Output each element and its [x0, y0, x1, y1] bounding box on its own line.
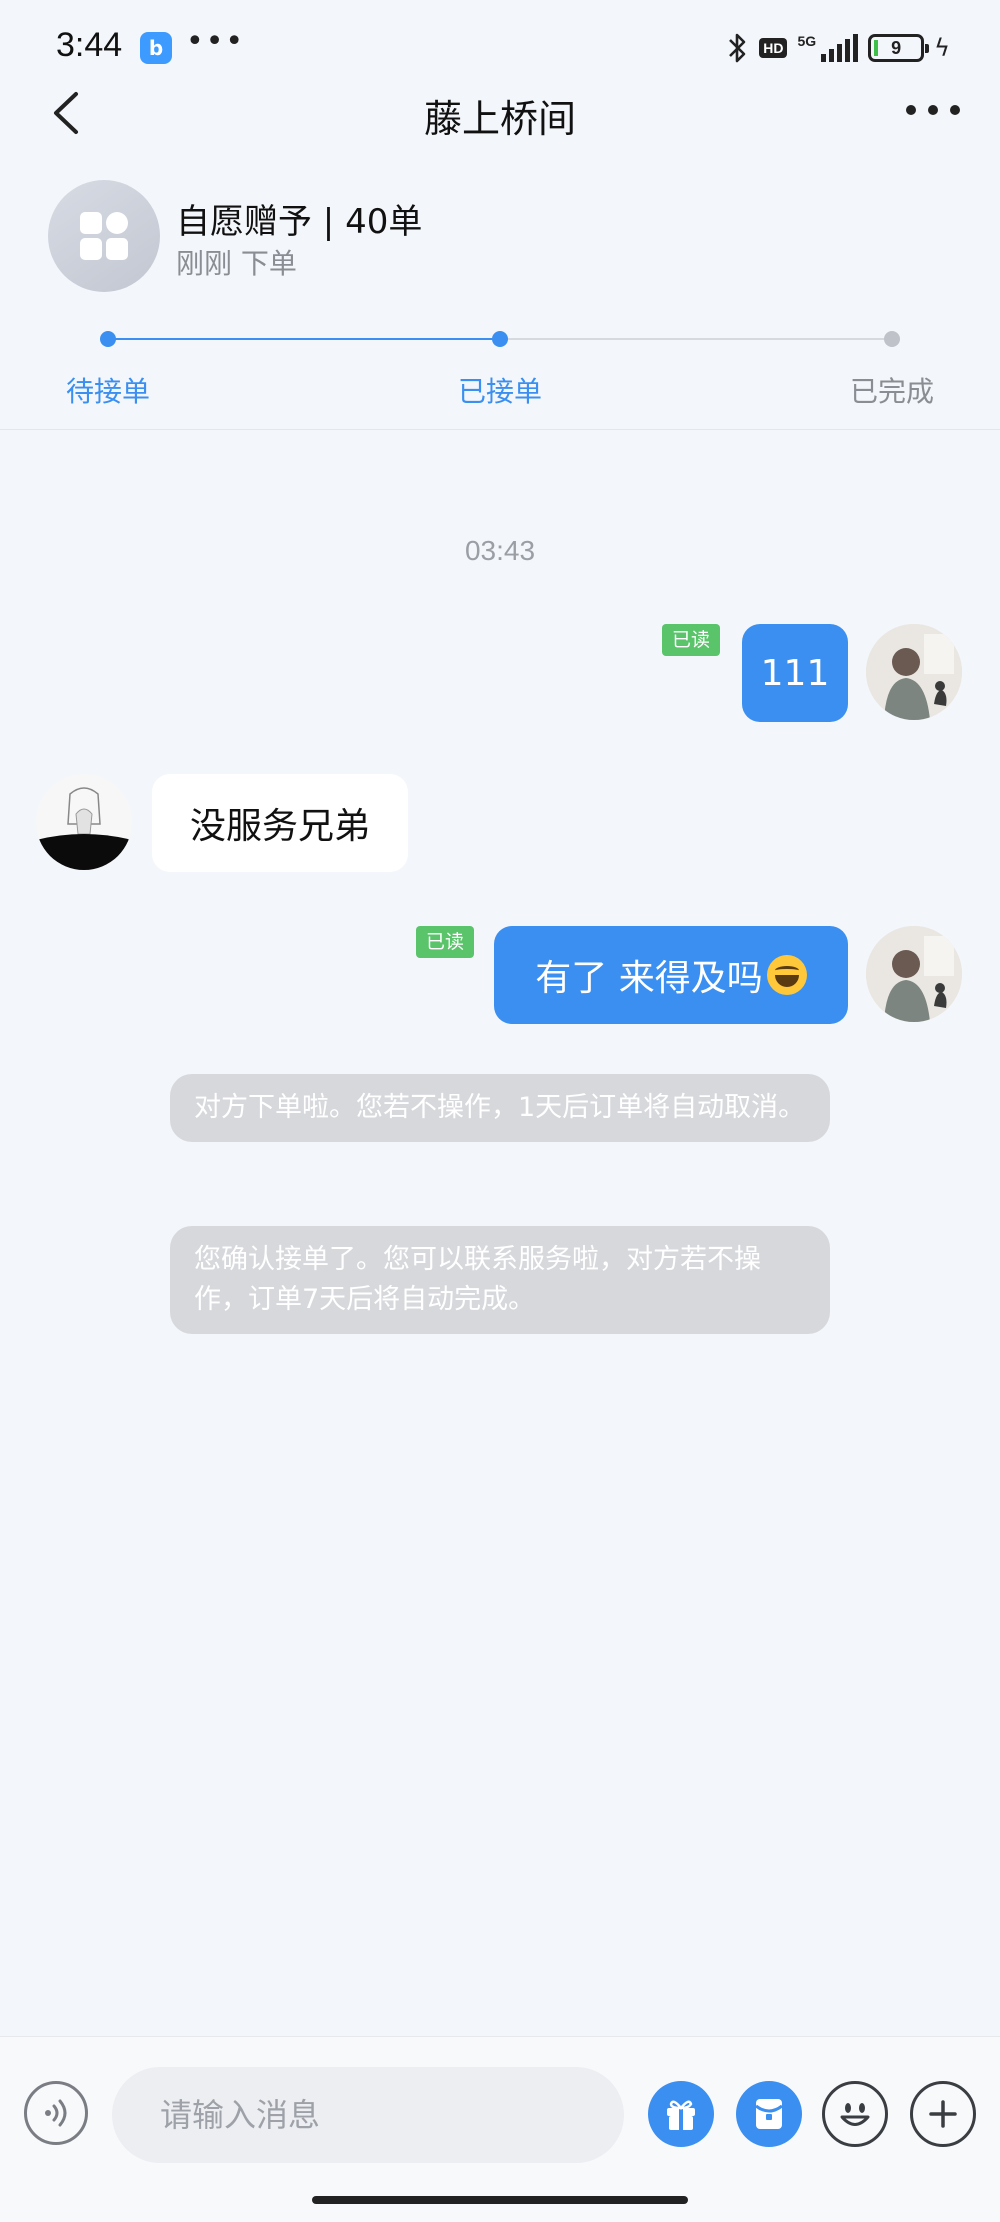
progress-dot-1: [100, 331, 116, 347]
hd-badge: HD: [759, 38, 788, 58]
input-bar: [0, 2036, 1000, 2222]
status-time: 3:44: [56, 26, 123, 64]
user-photo-icon: [866, 624, 962, 720]
contact-avatar[interactable]: [36, 774, 132, 870]
app-notification-icon: b: [140, 32, 172, 64]
system-message: 对方下单啦。您若不操作，1天后订单将自动取消。: [170, 1074, 830, 1142]
bluetooth-icon: [729, 33, 746, 63]
gift-button[interactable]: [648, 2081, 714, 2147]
step-label-pending: 待接单: [66, 375, 151, 408]
step-label-completed: 已完成: [850, 375, 935, 408]
progress-dot-3: [884, 331, 900, 347]
message-text: 有了 来得及吗: [535, 958, 763, 999]
my-avatar[interactable]: [866, 926, 962, 1022]
add-button[interactable]: [910, 2081, 976, 2147]
home-indicator[interactable]: [312, 2196, 688, 2204]
charging-icon: ϟ: [934, 34, 950, 62]
progress-line-done: [108, 338, 500, 340]
voice-button[interactable]: [24, 2081, 88, 2145]
laughing-emoji-icon: [766, 955, 807, 995]
network-label: 5G: [797, 33, 817, 49]
my-avatar[interactable]: [866, 624, 962, 720]
apps-grid-icon: [80, 212, 128, 260]
message-bubble-me[interactable]: 有了 来得及吗: [494, 926, 848, 1024]
user-photo-icon: [866, 926, 962, 1022]
contact-photo-icon: [36, 774, 132, 870]
emoji-icon: [840, 2103, 870, 2126]
order-title: 自愿赠予 | 40单: [176, 202, 423, 242]
signal-icon: 5G: [797, 33, 859, 62]
battery-icon: 9: [868, 34, 930, 62]
read-badge: 已读: [416, 926, 475, 958]
message-bubble-other[interactable]: 没服务兄弟: [152, 774, 408, 872]
page-title: 藤上桥间: [423, 97, 576, 141]
progress-line-pending: [500, 338, 892, 340]
emoji-button[interactable]: [822, 2081, 888, 2147]
message-input[interactable]: [112, 2067, 624, 2163]
system-message: 您确认接单了。您可以联系服务啦，对方若不操作，订单7天后将自动完成。: [170, 1226, 830, 1334]
red-packet-icon: [755, 2099, 783, 2129]
red-packet-button[interactable]: [736, 2081, 802, 2147]
add-icon: [929, 2100, 957, 2128]
status-indicators: HD 5G 9 ϟ: [727, 30, 950, 66]
voice-icon: [45, 2099, 67, 2127]
chat-timestamp: 03:43: [464, 535, 536, 566]
message-bubble-me[interactable]: 111: [742, 624, 848, 722]
status-more-icon: •••: [186, 24, 246, 59]
battery-level: 9: [891, 38, 902, 58]
status-bar: 3:44 b ••• HD 5G 9 ϟ: [0, 0, 1000, 100]
order-avatar[interactable]: [48, 180, 160, 292]
step-label-accepted: 已接单: [458, 375, 543, 408]
gift-icon: [667, 2100, 695, 2130]
order-time: 刚刚 下单: [176, 247, 297, 280]
read-badge: 已读: [662, 624, 721, 656]
progress-dot-2: [492, 331, 508, 347]
more-options-button[interactable]: [906, 98, 960, 122]
